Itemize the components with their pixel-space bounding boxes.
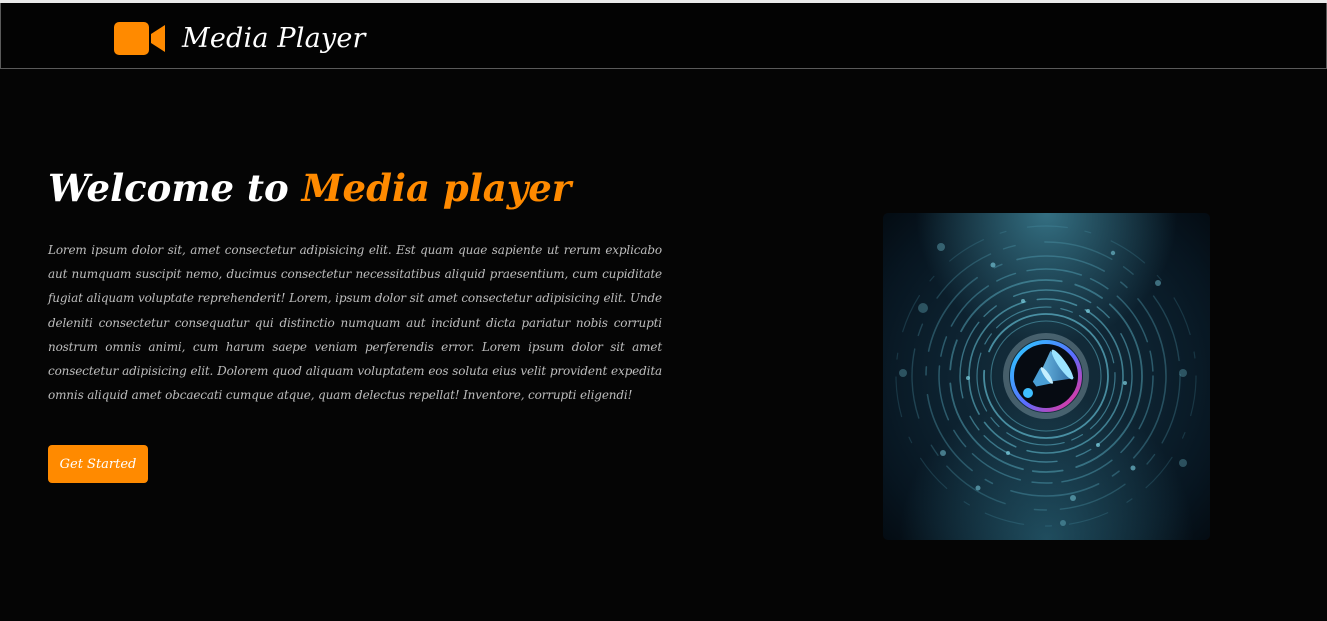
hero-title-prefix: Welcome to [48,166,289,210]
video-camera-icon [114,20,166,56]
hero-title: Welcome to Media player [48,166,571,210]
navbar: Media Player [0,3,1327,69]
speaker-swirl-icon [883,213,1210,540]
brand-link[interactable]: Media Player [114,20,366,56]
get-started-button[interactable]: Get Started [48,445,148,483]
hero-illustration [883,213,1210,540]
hero-title-accent: Media player [301,166,572,210]
brand-name: Media Player [182,22,366,54]
hero-description: Lorem ipsum dolor sit, amet consectetur … [48,243,662,403]
